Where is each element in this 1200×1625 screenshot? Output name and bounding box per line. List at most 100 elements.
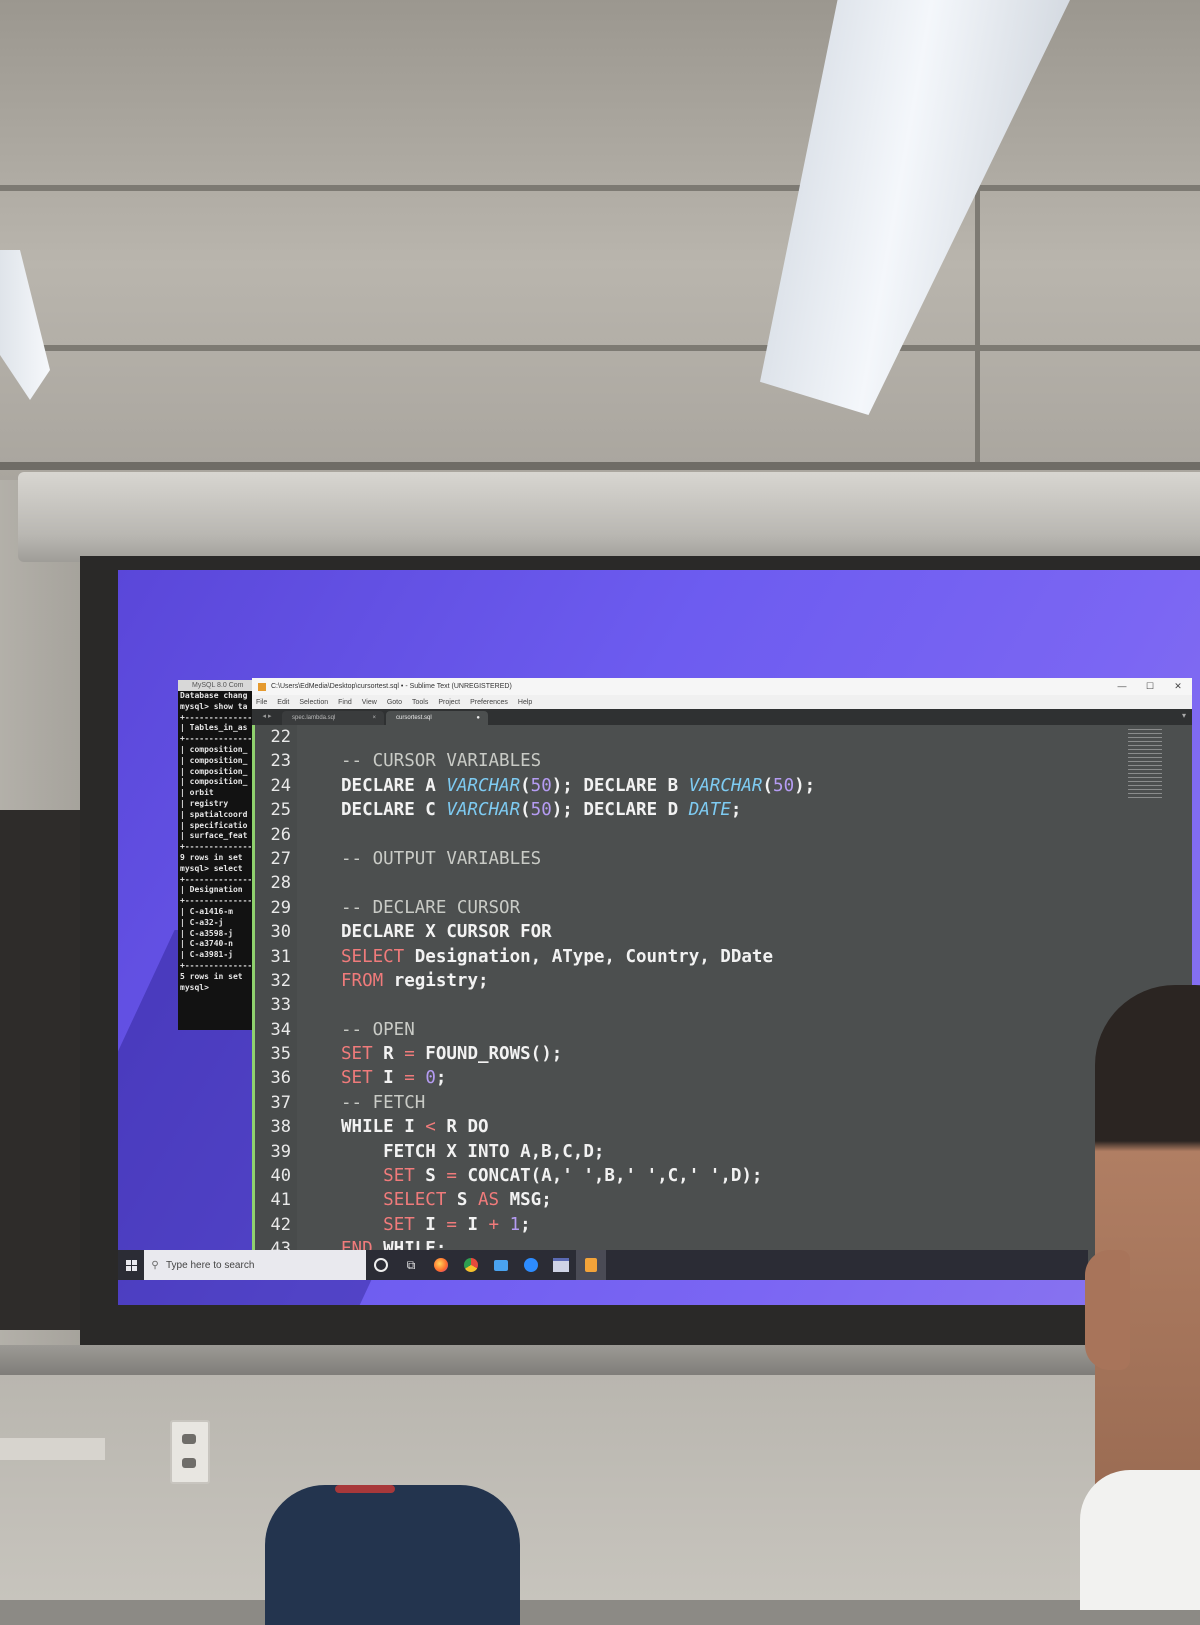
code-line[interactable]: SET S = CONCAT(A,' ',B,' ',C,' ',D); bbox=[341, 1164, 1192, 1188]
line-number: 32 bbox=[270, 970, 291, 991]
menu-help[interactable]: Help bbox=[518, 699, 532, 706]
menu-goto[interactable]: Goto bbox=[387, 699, 402, 706]
menu-project[interactable]: Project bbox=[438, 699, 460, 706]
terminal-line: | registry bbox=[180, 798, 229, 808]
code-line[interactable]: DECLARE A VARCHAR(50); DECLARE B VARCHAR… bbox=[341, 774, 1192, 798]
minimap[interactable] bbox=[1128, 729, 1162, 799]
terminal-line: | C-a32-j bbox=[180, 917, 224, 927]
tab-label: cursortest.sql bbox=[396, 715, 432, 721]
terminal-line: +--------------- bbox=[180, 960, 258, 970]
code-line[interactable]: SELECT S AS MSG; bbox=[341, 1188, 1192, 1212]
code-line[interactable] bbox=[341, 823, 1192, 847]
zoom-icon[interactable] bbox=[516, 1250, 546, 1280]
line-number: 39 bbox=[270, 1141, 291, 1162]
code-area[interactable]: -- CURSOR VARIABLES DECLARE A VARCHAR(50)… bbox=[297, 725, 1192, 1278]
code-line[interactable]: SET R = FOUND_ROWS(); bbox=[341, 1042, 1192, 1066]
menu-selection[interactable]: Selection bbox=[299, 699, 328, 706]
line-number: 41 bbox=[270, 1190, 291, 1211]
terminal-line: | composition_ bbox=[180, 755, 248, 765]
code-line[interactable] bbox=[341, 993, 1192, 1017]
menu-bar: File Edit Selection Find View Goto Tools… bbox=[252, 695, 1192, 709]
terminal-icon[interactable] bbox=[546, 1250, 576, 1280]
menu-edit[interactable]: Edit bbox=[277, 699, 289, 706]
code-line[interactable]: FETCH X INTO A,B,C,D; bbox=[341, 1140, 1192, 1164]
terminal-line: | spatialcoord bbox=[180, 809, 248, 819]
terminal-line: | composition_ bbox=[180, 744, 248, 754]
search-placeholder: Type here to search bbox=[166, 1259, 255, 1271]
cortana-icon[interactable] bbox=[366, 1250, 396, 1280]
terminal-output: Database chang mysql> show ta +-----------… bbox=[178, 691, 258, 993]
line-number: 28 bbox=[270, 873, 291, 894]
line-number: 23 bbox=[270, 751, 291, 772]
code-line[interactable]: -- FETCH bbox=[341, 1091, 1192, 1115]
terminal-line: | C-a3598-j bbox=[180, 928, 233, 938]
window-controls: — ☐ ✕ bbox=[1108, 678, 1192, 695]
terminal-line: mysql> bbox=[180, 982, 209, 992]
line-number: 33 bbox=[270, 995, 291, 1016]
terminal-line: +--------------- bbox=[180, 896, 258, 906]
firefox-icon[interactable] bbox=[426, 1250, 456, 1280]
code-line[interactable] bbox=[341, 725, 1192, 749]
line-number: 22 bbox=[270, 727, 291, 747]
search-icon: ⚲ bbox=[151, 1259, 159, 1271]
windows-start-icon[interactable] bbox=[118, 1250, 144, 1280]
terminal-line: | C-a1416-m bbox=[180, 906, 233, 916]
terminal-title: MySQL 8.0 Com bbox=[178, 680, 258, 691]
code-line[interactable]: FROM registry; bbox=[341, 969, 1192, 993]
minimize-button[interactable]: — bbox=[1108, 678, 1136, 695]
code-line[interactable] bbox=[341, 871, 1192, 895]
line-number: 40 bbox=[270, 1166, 291, 1187]
tab-label: spec.lambda.sql bbox=[292, 715, 336, 721]
taskbar-search-box[interactable]: ⚲ Type here to search bbox=[144, 1250, 366, 1280]
tab-modified-dot-icon[interactable]: ● bbox=[476, 711, 480, 725]
terminal-line: | composition_ bbox=[180, 766, 248, 776]
menu-find[interactable]: Find bbox=[338, 699, 352, 706]
line-number: 35 bbox=[270, 1044, 291, 1065]
terminal-line: | Tables_in_as bbox=[180, 723, 248, 733]
menu-view[interactable]: View bbox=[362, 699, 377, 706]
line-number: 36 bbox=[270, 1068, 291, 1089]
person-ear bbox=[1085, 1250, 1130, 1370]
person-head bbox=[1095, 985, 1200, 1505]
window-titlebar: C:\Users\EdMedia\Desktop\cursortest.sql … bbox=[252, 678, 1192, 695]
tab-dropdown-icon[interactable]: ▾ bbox=[1182, 711, 1186, 720]
code-line[interactable]: SELECT Designation, AType, Country, DDat… bbox=[341, 945, 1192, 969]
mysql-terminal-window[interactable]: MySQL 8.0 Com Database chang mysql> show … bbox=[178, 680, 258, 1030]
line-number: 27 bbox=[270, 848, 291, 869]
chrome-icon[interactable] bbox=[456, 1250, 486, 1280]
terminal-line: 9 rows in set bbox=[180, 852, 243, 862]
tab-nav-arrows-icon[interactable]: ◂ ▸ bbox=[252, 709, 282, 725]
code-line[interactable]: SET I = 0; bbox=[341, 1066, 1192, 1090]
file-explorer-icon[interactable] bbox=[486, 1250, 516, 1280]
person-shirt bbox=[1080, 1470, 1200, 1610]
code-line[interactable]: -- DECLARE CURSOR bbox=[341, 896, 1192, 920]
tab-close-icon[interactable]: × bbox=[372, 711, 376, 725]
code-editor[interactable]: 22 23 24 25 26 27 28 29 30 31 32 33 34 35 36 37 38 39 40 41… bbox=[252, 725, 1192, 1278]
code-line[interactable]: -- CURSOR VARIABLES bbox=[341, 749, 1192, 773]
code-line[interactable]: -- OUTPUT VARIABLES bbox=[341, 847, 1192, 871]
windows-taskbar: ⚲ Type here to search ⧉ bbox=[118, 1250, 1088, 1280]
code-line[interactable]: DECLARE X CURSOR FOR bbox=[341, 920, 1192, 944]
menu-preferences[interactable]: Preferences bbox=[470, 699, 508, 706]
chair-back bbox=[265, 1485, 520, 1625]
terminal-line: +--------------- bbox=[180, 842, 258, 852]
window-title: C:\Users\EdMedia\Desktop\cursortest.sql … bbox=[271, 683, 512, 690]
menu-tools[interactable]: Tools bbox=[412, 699, 428, 706]
terminal-line: | Designation bbox=[180, 885, 243, 895]
tab-cursortest[interactable]: cursortest.sql ● bbox=[386, 711, 488, 725]
maximize-button[interactable]: ☐ bbox=[1136, 678, 1164, 695]
sublime-text-window[interactable]: C:\Users\EdMedia\Desktop\cursortest.sql … bbox=[252, 678, 1192, 1278]
menu-file[interactable]: File bbox=[256, 699, 267, 706]
close-button[interactable]: ✕ bbox=[1164, 678, 1192, 695]
code-line[interactable]: -- OPEN bbox=[341, 1018, 1192, 1042]
line-number: 38 bbox=[270, 1117, 291, 1138]
code-line[interactable]: DECLARE C VARCHAR(50); DECLARE D DATE; bbox=[341, 798, 1192, 822]
sublime-icon[interactable] bbox=[576, 1250, 606, 1280]
tab-bar: ◂ ▸ spec.lambda.sql × cursortest.sql ● ▾ bbox=[252, 709, 1192, 725]
code-line[interactable]: SET I = I + 1; bbox=[341, 1213, 1192, 1237]
code-line[interactable]: WHILE I < R DO bbox=[341, 1115, 1192, 1139]
tab-spec-lambda[interactable]: spec.lambda.sql × bbox=[282, 711, 384, 725]
line-number: 26 bbox=[270, 824, 291, 845]
screen-ledge bbox=[0, 1345, 1200, 1375]
task-view-icon[interactable]: ⧉ bbox=[396, 1250, 426, 1280]
